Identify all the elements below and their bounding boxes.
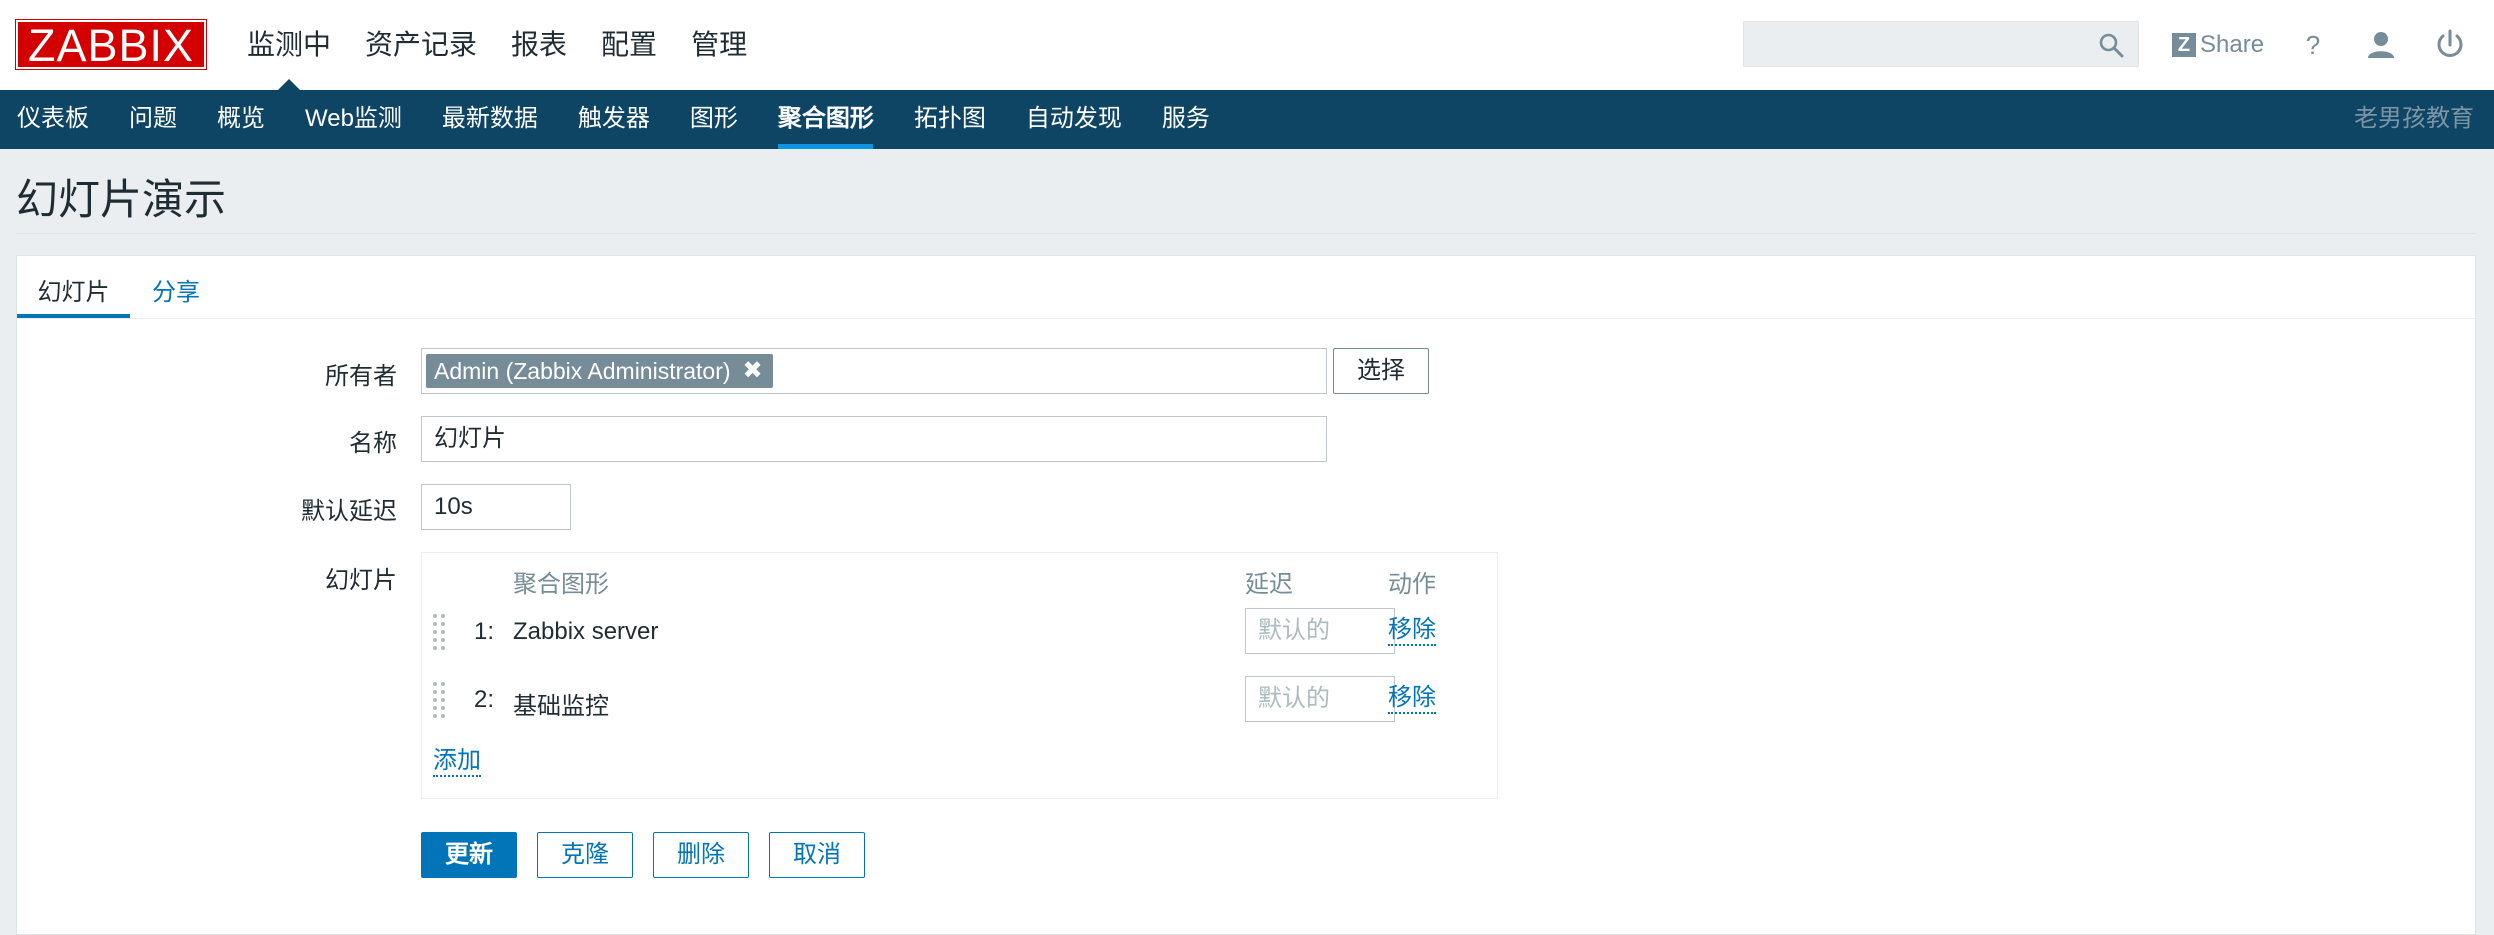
drag-handle-icon[interactable] [432, 681, 446, 719]
user-profile-icon[interactable] [2363, 27, 2399, 63]
default-delay-label: 默认延迟 [301, 498, 397, 525]
delete-button[interactable]: 删除 [653, 832, 749, 878]
owner-label: 所有者 [325, 363, 397, 390]
nav-discovery[interactable]: 自动发现 [1006, 90, 1142, 149]
name-label: 名称 [349, 430, 397, 457]
zabbix-share-icon: Z [2172, 33, 2196, 57]
nav-maps[interactable]: 拓扑图 [894, 90, 1006, 149]
page-title: 幻灯片演示 [16, 176, 227, 223]
cancel-button[interactable]: 取消 [769, 832, 865, 878]
nav-triggers[interactable]: 触发器 [558, 90, 670, 149]
slides-label: 幻灯片 [325, 567, 397, 594]
nav-latest-data[interactable]: 最新数据 [422, 90, 558, 149]
top-menu-inventory[interactable]: 资产记录 [348, 0, 494, 90]
header-action: 动作 [1388, 571, 1436, 598]
tab-bar: 幻灯片 分享 [17, 256, 2475, 319]
sign-out-icon[interactable] [2432, 27, 2468, 63]
update-button[interactable]: 更新 [421, 832, 517, 878]
slide-delay-input[interactable]: 默认的 [1245, 676, 1395, 722]
top-menu-administration[interactable]: 管理 [674, 0, 764, 90]
slides-table: 聚合图形 延迟 动作 1: Zabbix server 默认的 移除 2: 基础… [421, 552, 1498, 799]
add-slide-link[interactable]: 添加 [433, 747, 481, 777]
nav-graphs[interactable]: 图形 [670, 90, 758, 149]
svg-text:?: ? [2306, 30, 2320, 60]
tab-slide[interactable]: 幻灯片 [17, 272, 130, 318]
nav-dashboard[interactable]: 仪表板 [0, 90, 109, 149]
top-menu-reports[interactable]: 报表 [494, 0, 584, 90]
share-label: Share [2200, 31, 2265, 58]
header-delay: 延迟 [1245, 571, 1293, 598]
default-delay-field[interactable]: 10s [421, 484, 571, 530]
slide-row-number: 2: [474, 686, 495, 713]
drag-handle-icon[interactable] [432, 613, 446, 651]
remove-owner-icon[interactable]: ✖ [743, 354, 763, 388]
nav-problems[interactable]: 问题 [109, 90, 197, 149]
nav-services[interactable]: 服务 [1142, 90, 1230, 149]
nav-screens[interactable]: 聚合图形 [758, 90, 894, 149]
slide-row-screen: 基础监控 [513, 693, 609, 720]
header-screen: 聚合图形 [513, 571, 609, 598]
search-icon[interactable] [2098, 32, 2124, 58]
top-menu-monitoring[interactable]: 监测中 [230, 0, 348, 91]
tab-sharing[interactable]: 分享 [152, 272, 200, 318]
owner-chip: Admin (Zabbix Administrator) ✖ [426, 354, 773, 388]
sub-navigation: 仪表板 问题 概览 Web监测 最新数据 触发器 图形 聚合图形 拓扑图 自动发… [0, 90, 2494, 149]
slide-row-screen: Zabbix server [513, 618, 659, 645]
search-input[interactable] [1743, 21, 2139, 67]
clone-button[interactable]: 克隆 [537, 832, 633, 878]
nav-web[interactable]: Web监测 [285, 90, 422, 149]
owner-chip-label: Admin (Zabbix Administrator) [434, 358, 731, 384]
share-button[interactable]: Z Share [2172, 28, 2264, 62]
brand-label: 老男孩教育 [2354, 105, 2474, 132]
remove-slide-link[interactable]: 移除 [1388, 684, 1436, 714]
slide-row-number: 1: [474, 618, 495, 645]
slide-show-form: 幻灯片 分享 所有者 Admin (Zabbix Administrator) … [16, 255, 2476, 935]
title-divider [16, 233, 2476, 234]
top-menu-configuration[interactable]: 配置 [584, 0, 674, 90]
select-owner-button[interactable]: 选择 [1333, 348, 1429, 394]
owner-multiselect[interactable]: Admin (Zabbix Administrator) ✖ [421, 348, 1327, 394]
nav-overview[interactable]: 概览 [197, 90, 285, 149]
top-header: ZABBIX 监测中 资产记录 报表 配置 管理 Z Share ? [0, 0, 2494, 91]
zabbix-logo[interactable]: ZABBIX [15, 19, 207, 70]
slide-delay-input[interactable]: 默认的 [1245, 608, 1395, 654]
name-field[interactable]: 幻灯片 [421, 416, 1327, 462]
top-menu: 监测中 资产记录 报表 配置 管理 [230, 0, 764, 91]
help-icon[interactable]: ? [2295, 27, 2331, 63]
remove-slide-link[interactable]: 移除 [1388, 616, 1436, 646]
